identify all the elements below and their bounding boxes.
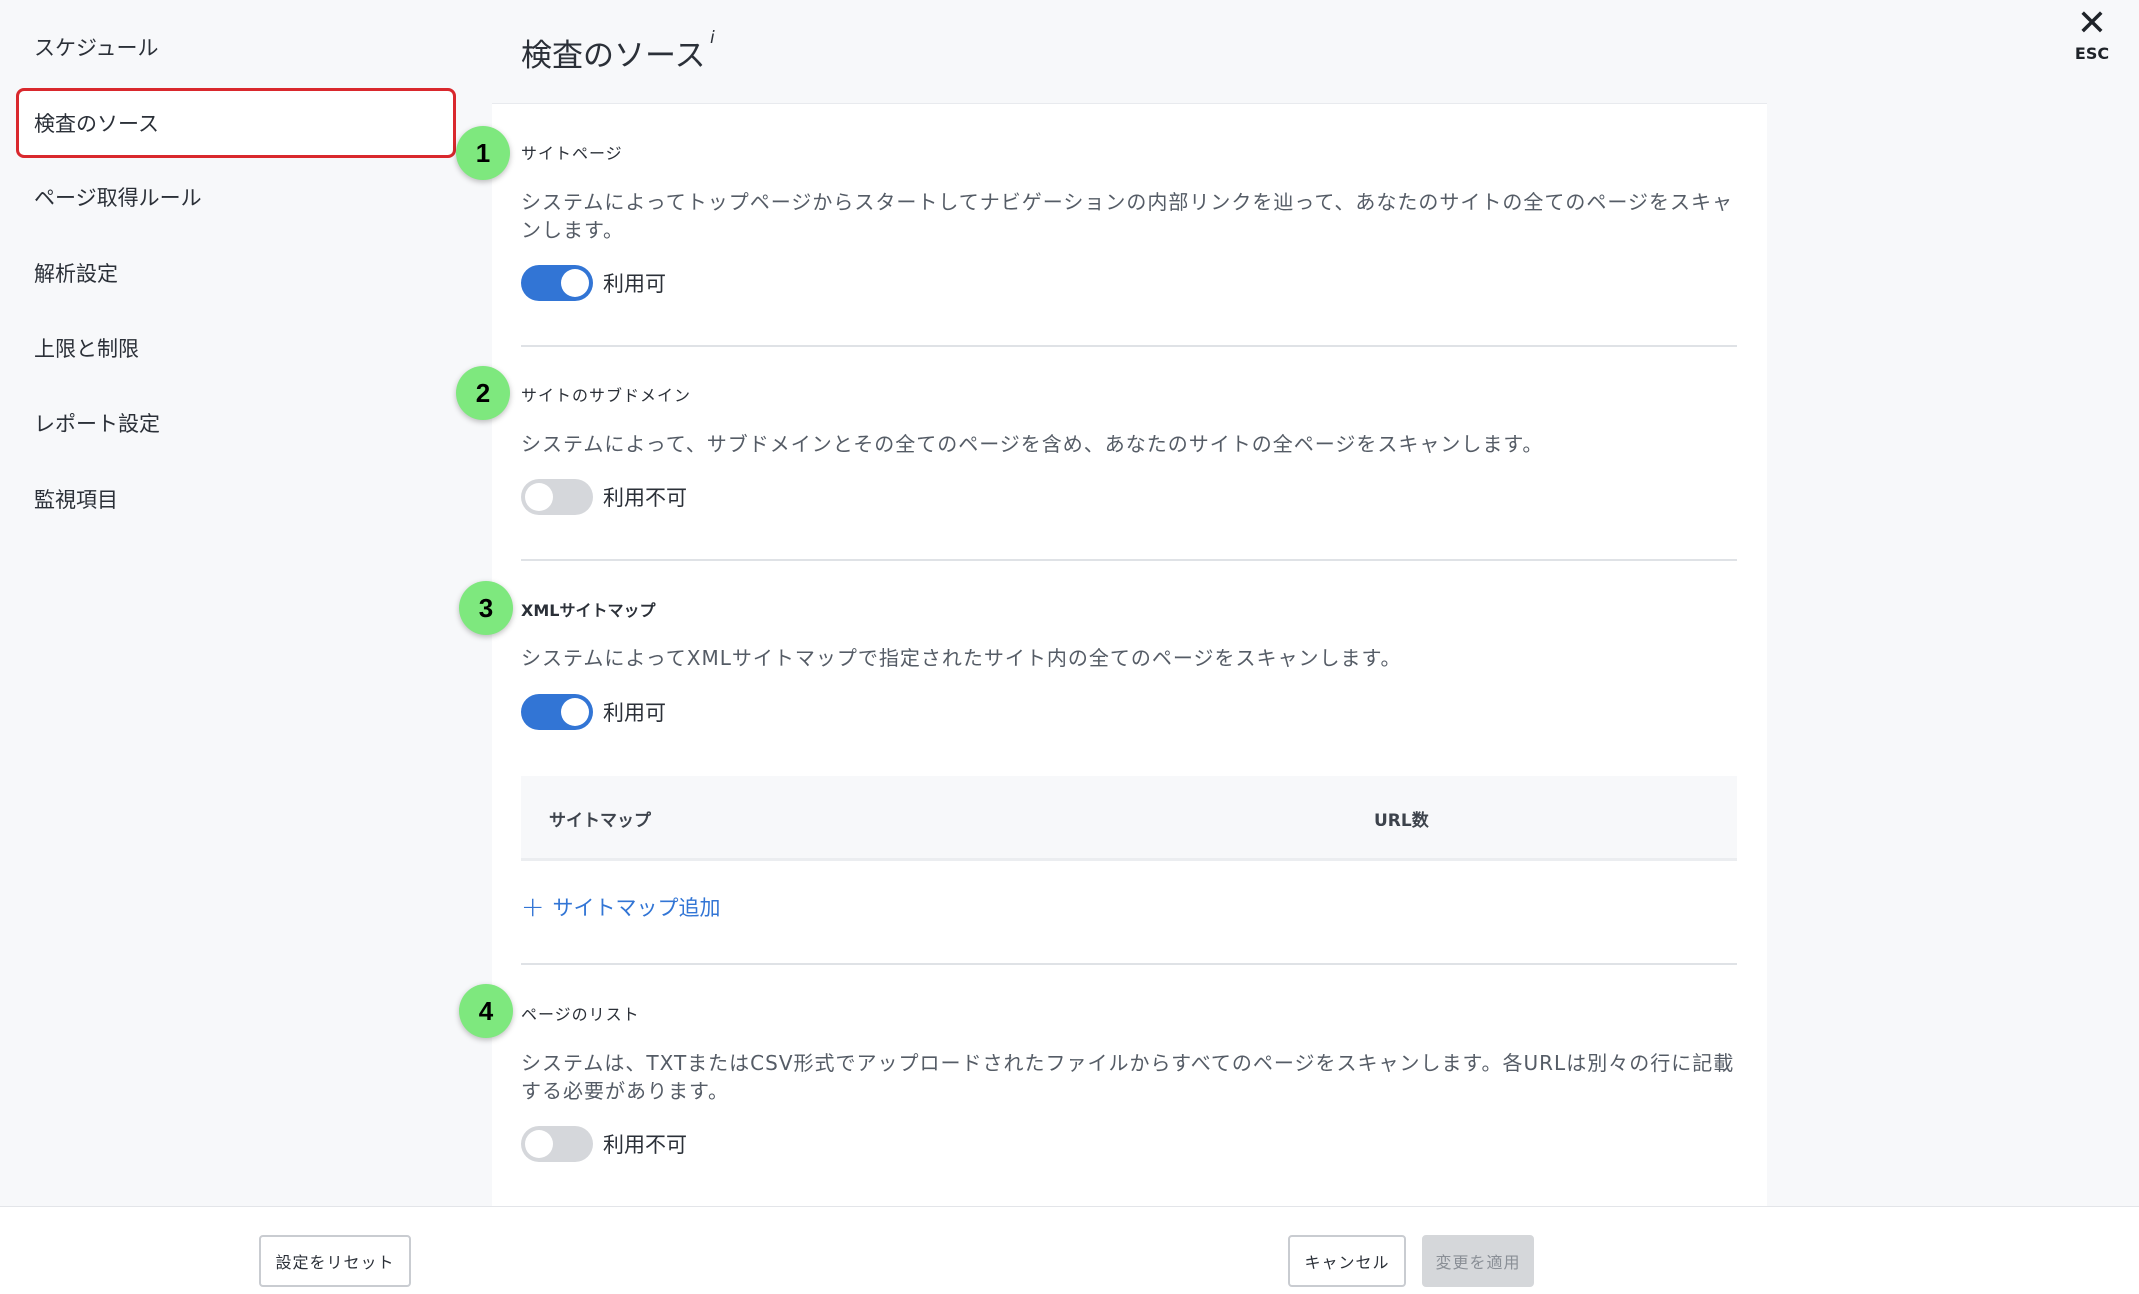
sidebar-item-schedule[interactable]: スケジュール bbox=[16, 12, 456, 82]
toggle-knob bbox=[561, 698, 589, 726]
sidebar-item-analysis-settings[interactable]: 解析設定 bbox=[16, 238, 456, 308]
toggle-label: 利用不可 bbox=[603, 486, 687, 510]
section-divider bbox=[521, 345, 1737, 347]
toggle-label: 利用可 bbox=[603, 272, 666, 296]
add-sitemap-button[interactable]: + サイトマップ追加 bbox=[521, 892, 720, 922]
toggle-site-pages[interactable] bbox=[521, 265, 593, 301]
section-title-subdomains: サイトのサブドメイン bbox=[521, 386, 692, 405]
main-header: 検査のソース i bbox=[492, 0, 1767, 104]
section-title-page-list: ページのリスト bbox=[521, 1005, 640, 1024]
section-title-xml-sitemap: XMLサイトマップ bbox=[521, 601, 656, 620]
apply-changes-button[interactable]: 変更を適用 bbox=[1422, 1235, 1534, 1287]
section-title-site-pages: サイトページ bbox=[521, 144, 623, 163]
toggle-row-subdomains: 利用不可 bbox=[521, 479, 687, 515]
toggle-xml-sitemap[interactable] bbox=[521, 694, 593, 730]
main-panel: 検査のソース i サイトページ システムによってトップページからスタートしてナビ… bbox=[492, 0, 1767, 1206]
toggle-label: 利用不可 bbox=[603, 1133, 687, 1157]
reset-settings-button[interactable]: 設定をリセット bbox=[259, 1235, 411, 1287]
step-badge-1: 1 bbox=[456, 126, 510, 180]
close-button[interactable]: ✕ ESC bbox=[2070, 3, 2114, 64]
close-icon: ✕ bbox=[2076, 3, 2108, 44]
column-header-sitemap[interactable]: サイトマップ bbox=[549, 806, 651, 831]
plus-icon: + bbox=[521, 890, 545, 923]
sitemap-table: サイトマップ URL数 bbox=[521, 776, 1737, 861]
sidebar-item-monitoring[interactable]: 監視項目 bbox=[16, 464, 456, 534]
toggle-row-site-pages: 利用可 bbox=[521, 265, 666, 301]
step-badge-4: 4 bbox=[459, 984, 513, 1038]
sidebar-item-report-settings[interactable]: レポート設定 bbox=[16, 388, 456, 458]
section-desc-page-list: システムは、TXTまたはCSV形式でアップロードされたファイルからすべてのページ… bbox=[521, 1051, 1735, 1103]
cancel-button[interactable]: キャンセル bbox=[1288, 1235, 1406, 1287]
sidebar-item-page-fetch-rules[interactable]: ページ取得ルール bbox=[16, 162, 456, 232]
section-divider bbox=[521, 963, 1737, 965]
section-desc-subdomains: システムによって、サブドメインとその全てのページを含め、あなたのサイトの全ページ… bbox=[521, 432, 1544, 456]
toggle-subdomains[interactable] bbox=[521, 479, 593, 515]
sidebar-item-scan-sources[interactable]: 検査のソース bbox=[16, 88, 456, 158]
toggle-knob bbox=[525, 1130, 553, 1158]
section-desc-site-pages: システムによってトップページからスタートしてナビゲーションの内部リンクを辿って、… bbox=[521, 190, 1733, 242]
step-badge-3: 3 bbox=[459, 581, 513, 635]
toggle-page-list[interactable] bbox=[521, 1126, 593, 1162]
add-sitemap-label: サイトマップ追加 bbox=[552, 896, 721, 920]
footer-bar: 設定をリセット キャンセル 変更を適用 bbox=[0, 1206, 2139, 1294]
section-divider bbox=[521, 559, 1737, 561]
toggle-knob bbox=[525, 483, 553, 511]
sidebar-item-limits[interactable]: 上限と制限 bbox=[16, 313, 456, 383]
settings-sidebar: スケジュール 検査のソース ページ取得ルール 解析設定 上限と制限 レポート設定… bbox=[0, 0, 492, 1206]
toggle-row-xml-sitemap: 利用可 bbox=[521, 694, 666, 730]
toggle-row-page-list: 利用不可 bbox=[521, 1126, 687, 1162]
column-header-url-count[interactable]: URL数 bbox=[1374, 806, 1429, 831]
section-desc-xml-sitemap: システムによってXMLサイトマップで指定されたサイト内の全てのページをスキャンし… bbox=[521, 646, 1402, 670]
info-icon[interactable]: i bbox=[710, 28, 715, 48]
toggle-label: 利用可 bbox=[603, 701, 666, 725]
toggle-knob bbox=[561, 269, 589, 297]
step-badge-2: 2 bbox=[456, 366, 510, 420]
esc-label: ESC bbox=[2074, 44, 2110, 63]
page-title: 検査のソース bbox=[521, 38, 706, 74]
